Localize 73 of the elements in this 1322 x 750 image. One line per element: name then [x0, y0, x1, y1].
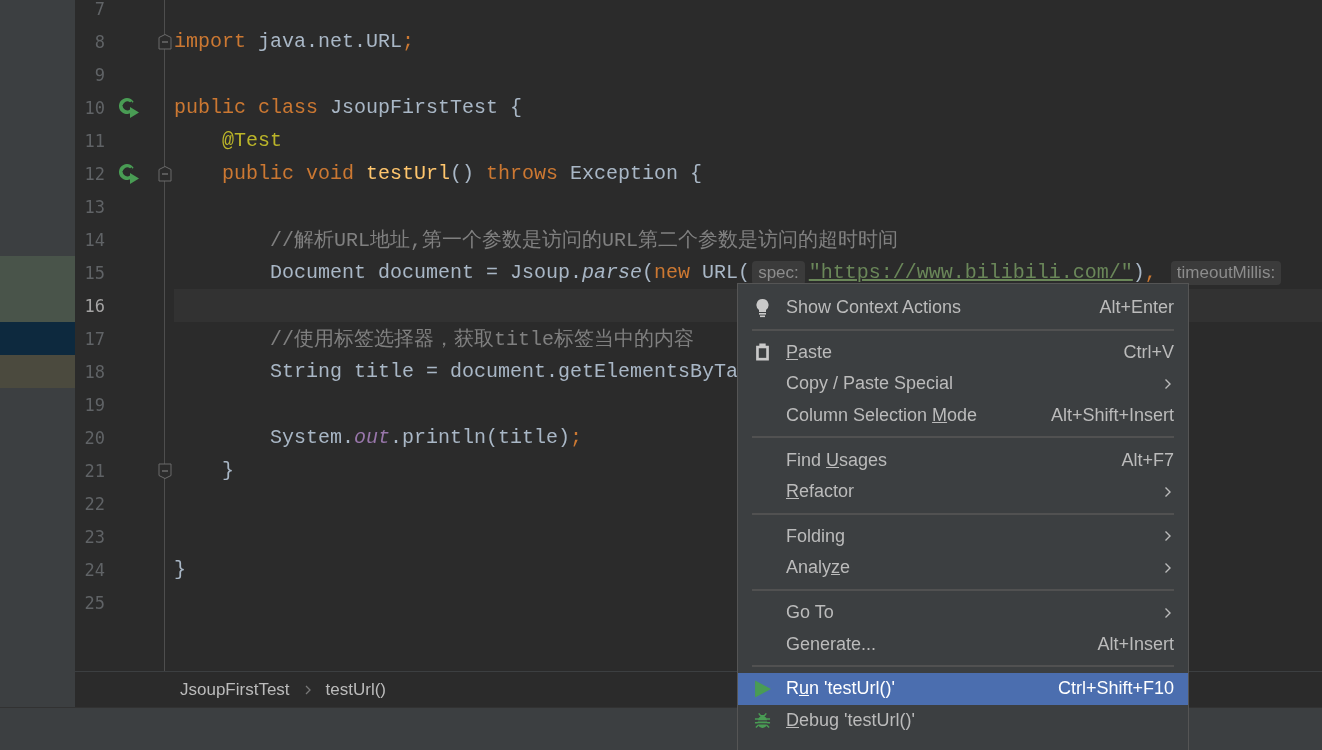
- chevron-icon: [303, 683, 312, 696]
- menu-item[interactable]: Folding: [738, 520, 1188, 553]
- menu-item[interactable]: Refactor: [738, 475, 1188, 508]
- code-text: Exception {: [570, 162, 703, 185]
- line-number: 18: [84, 361, 105, 382]
- line-number: 9: [94, 64, 105, 85]
- code-text: (: [642, 261, 655, 284]
- code-text: }: [222, 459, 234, 482]
- menu-item[interactable]: Analyze: [738, 552, 1188, 584]
- run-test-icon[interactable]: [118, 162, 140, 185]
- line-number: 12: [84, 163, 105, 184]
- menu-item[interactable]: Paste Ctrl+V: [738, 336, 1188, 369]
- code-text: (): [450, 162, 476, 185]
- menu-item[interactable]: Show Context Actions Alt+Enter: [738, 292, 1188, 324]
- breadcrumb-item[interactable]: JsoupFirstTest: [180, 679, 290, 700]
- code-keyword: ;: [402, 30, 415, 53]
- parameter-hint: timeoutMillis:: [1170, 260, 1282, 285]
- code-field: out: [354, 426, 391, 449]
- code-text: ): [1132, 261, 1145, 284]
- line-number: 21: [84, 460, 105, 481]
- line-number: 14: [84, 229, 105, 250]
- line-number: 24: [84, 559, 105, 580]
- code-text: System.: [270, 426, 354, 449]
- breadcrumb-item[interactable]: testUrl(): [325, 679, 387, 700]
- code-keyword: import: [174, 30, 247, 53]
- line-number: 8: [94, 31, 105, 52]
- code-keyword: ,: [1144, 261, 1158, 284]
- line-number: 17: [84, 328, 105, 349]
- code-text: parse: [582, 261, 643, 284]
- code-comment: //使用标签选择器，获取title标签当中的内容: [270, 327, 694, 352]
- code-annotation: @Test: [222, 129, 282, 152]
- line-number: 16: [84, 295, 105, 316]
- code-keyword: public class: [174, 96, 320, 119]
- code-text: }: [174, 558, 186, 581]
- line-number: 11: [84, 130, 105, 151]
- line-number: 20: [84, 427, 105, 448]
- menu-item[interactable]: Column Selection Mode Alt+Shift+Insert: [738, 399, 1188, 432]
- line-number: 25: [84, 592, 105, 613]
- menu-item[interactable]: Run 'testUrl()' Ctrl+Shift+F10: [738, 672, 1188, 705]
- fold-icon[interactable]: [158, 165, 172, 182]
- lightbulb-icon: [753, 297, 771, 318]
- clipboard-icon: [753, 342, 771, 363]
- line-number: 7: [94, 0, 105, 19]
- menu-item[interactable]: Debug 'testUrl()': [738, 704, 1188, 737]
- code-keyword: public void: [222, 162, 356, 185]
- line-number: 15: [84, 262, 105, 283]
- code-keyword: ;: [570, 426, 583, 449]
- code-text: URL(: [702, 261, 751, 284]
- line-number: 22: [84, 493, 105, 514]
- code-method-name: testUrl: [366, 162, 451, 185]
- code-keyword: throws: [486, 162, 560, 185]
- code-text: String title = document.getElementsByTa: [270, 360, 739, 383]
- code-string: "https://www.bilibili.com/": [808, 261, 1133, 284]
- parameter-hint: spec:: [752, 260, 805, 285]
- code-comment: //解析URL地址,第一个参数是访问的URL第二个参数是访问的超时时间: [270, 228, 899, 253]
- line-number: 19: [84, 394, 105, 415]
- menu-item[interactable]: Go To: [738, 596, 1188, 629]
- fold-icon[interactable]: [158, 462, 172, 479]
- fold-icon[interactable]: [158, 33, 172, 50]
- bug-icon: [753, 710, 771, 731]
- code-text: java.net.URL: [258, 30, 403, 53]
- code-keyword: new: [654, 261, 692, 284]
- line-number: 13: [84, 196, 105, 217]
- line-number: 10: [84, 97, 105, 118]
- menu-item[interactable]: Find Usages Alt+F7: [738, 444, 1188, 476]
- code-text: JsoupFirstTest {: [330, 96, 523, 119]
- menu-item[interactable]: Generate... Alt+Insert: [738, 628, 1188, 660]
- play-icon: [753, 678, 771, 699]
- code-text: Document document = Jsoup.: [270, 261, 583, 284]
- code-text: .println(title): [390, 426, 571, 449]
- run-test-icon[interactable]: [118, 96, 140, 119]
- line-number: 23: [84, 526, 105, 547]
- menu-item[interactable]: Copy / Paste Special: [738, 368, 1188, 400]
